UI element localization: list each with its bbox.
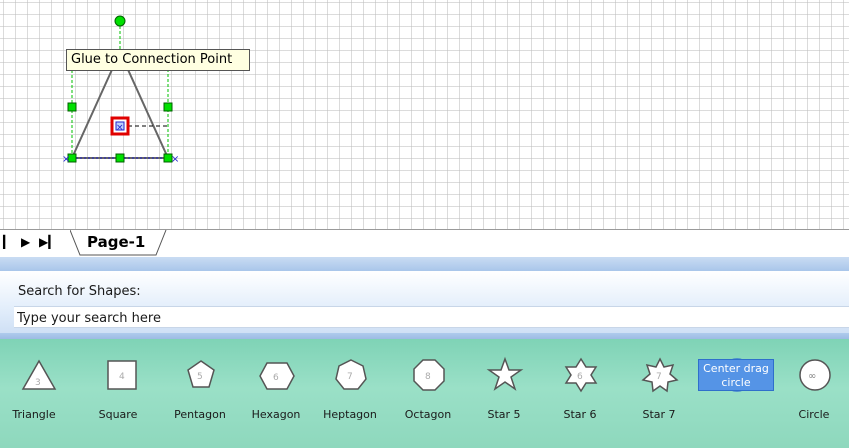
shape-hexagon[interactable]: 6 Hexagon — [238, 339, 314, 448]
svg-text:4: 4 — [119, 372, 125, 382]
shape-label: Star 7 — [642, 408, 676, 421]
svg-text:8: 8 — [425, 372, 431, 382]
shape-pentagon[interactable]: 5 Pentagon — [162, 339, 238, 448]
circle-icon: ∞ — [799, 359, 831, 391]
shape-search-area: Search for Shapes: — [0, 271, 849, 333]
svg-text:3: 3 — [35, 378, 41, 388]
last-page-icon[interactable]: ▶▎ — [39, 235, 57, 249]
first-page-icon[interactable]: ▎ — [3, 235, 12, 249]
shape-center-drag-circle[interactable] — [698, 339, 774, 448]
svg-text:6: 6 — [273, 373, 279, 383]
square-icon: 4 — [107, 360, 137, 390]
shape-star-7[interactable]: 7 Star 7 — [621, 339, 697, 448]
svg-text:7: 7 — [656, 372, 662, 382]
resize-handle[interactable] — [115, 153, 125, 163]
shape-label: Circle — [798, 408, 830, 421]
triangle-icon: 3 — [21, 359, 57, 390]
panel-header-strip — [0, 257, 849, 271]
star6-icon: 6 — [564, 357, 598, 393]
heptagon-icon: 7 — [335, 359, 367, 390]
shape-octagon[interactable]: 8 Octagon — [390, 339, 466, 448]
shape-heptagon[interactable]: 7 Heptagon — [312, 339, 388, 448]
star7-icon: 7 — [641, 357, 679, 393]
rotation-handle[interactable] — [114, 15, 126, 27]
svg-text:×: × — [116, 123, 124, 133]
shape-label: Triangle — [12, 408, 56, 421]
resize-handle[interactable] — [163, 102, 173, 112]
search-title: Search for Shapes: — [18, 284, 141, 299]
shape-star-6[interactable]: 6 Star 6 — [542, 339, 618, 448]
shape-label: Star 5 — [487, 408, 521, 421]
shape-label: Octagon — [404, 408, 452, 421]
next-page-icon[interactable]: ▶ — [21, 235, 30, 249]
drawing-canvas[interactable]: × × × Glue to Connection Point — [0, 0, 849, 229]
page-tab-bar: ▎ ▶ ▶▎ Page-1 — [0, 229, 849, 258]
resize-handle[interactable] — [67, 102, 77, 112]
search-input[interactable] — [14, 308, 849, 329]
pentagon-icon: 5 — [187, 360, 215, 388]
search-box[interactable] — [14, 306, 849, 329]
shape-star-5[interactable]: Star 5 — [466, 339, 542, 448]
shape-label: Hexagon — [251, 408, 301, 421]
shape-label: Heptagon — [323, 408, 377, 421]
svg-text:7: 7 — [347, 372, 353, 382]
shape-label: Star 6 — [563, 408, 597, 421]
shape-label: Pentagon — [174, 408, 226, 421]
shape-circle[interactable]: ∞ Circle — [776, 339, 849, 448]
shapes-stencil: 3 Triangle 4 Square 5 Pentagon 6 Hexagon… — [0, 339, 849, 448]
selected-shape-label[interactable]: Center drag circle — [698, 359, 774, 391]
glue-tooltip: Glue to Connection Point — [66, 49, 250, 71]
star5-icon — [486, 356, 524, 391]
hexagon-icon: 6 — [259, 362, 295, 390]
svg-text:6: 6 — [577, 372, 583, 382]
shape-triangle[interactable]: 3 Triangle — [0, 339, 76, 448]
svg-text:×: × — [62, 154, 70, 165]
svg-text:∞: ∞ — [808, 371, 816, 382]
page-tab-label: Page-1 — [87, 233, 146, 251]
shape-square[interactable]: 4 Square — [84, 339, 160, 448]
svg-text:×: × — [171, 154, 179, 165]
selected-triangle-shape[interactable]: × × × — [0, 0, 849, 229]
shape-label: Square — [98, 408, 138, 421]
svg-text:5: 5 — [197, 372, 203, 382]
octagon-icon: 8 — [413, 359, 445, 391]
